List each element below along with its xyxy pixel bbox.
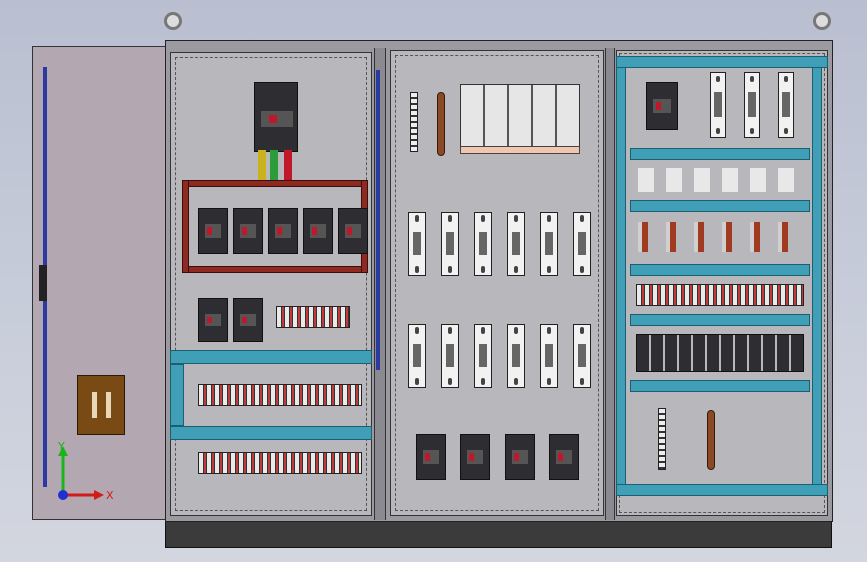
- fuse-holder: [573, 324, 591, 388]
- branch-breaker: [338, 208, 368, 254]
- busbar-bottom: [182, 266, 368, 273]
- terminal-block-strip: [198, 452, 362, 474]
- circuit-breaker: [505, 434, 535, 480]
- fuse-holder: [710, 72, 726, 138]
- busbar-top: [182, 180, 368, 187]
- cable-duct: [630, 314, 810, 326]
- lifting-eye-icon: [164, 12, 182, 30]
- fuse-holder: [744, 72, 760, 138]
- terminal-block-strip: [276, 306, 350, 328]
- cable-duct: [616, 484, 828, 496]
- lifting-eye-icon: [813, 12, 831, 30]
- relay-row: [638, 168, 806, 192]
- cable-duct: [630, 380, 810, 392]
- branch-breaker: [303, 208, 333, 254]
- fuse-holder: [474, 324, 492, 388]
- cable-duct: [170, 426, 372, 440]
- door-hinge: [39, 265, 47, 301]
- axis-triad-icon: Y X: [57, 440, 114, 502]
- indicator-row: [638, 222, 806, 252]
- cable-duct: [616, 56, 828, 68]
- fuse-holder: [441, 212, 459, 276]
- fuse-holder: [507, 324, 525, 388]
- main-circuit-breaker: [254, 82, 298, 152]
- main-cable-green: [270, 150, 278, 182]
- branch-breaker: [198, 208, 228, 254]
- fuse-holder: [540, 324, 558, 388]
- door-handle-icon[interactable]: [77, 375, 125, 435]
- fuse-holder: [540, 212, 558, 276]
- cable-duct: [616, 56, 626, 496]
- ground-bar: [437, 92, 445, 156]
- cable-duct: [170, 364, 184, 426]
- fuse-holder: [507, 212, 525, 276]
- fuse-holder: [573, 212, 591, 276]
- axis-y-label: Y: [57, 440, 65, 453]
- fuse-holder: [441, 324, 459, 388]
- fuse-holder: [408, 324, 426, 388]
- branch-breaker: [268, 208, 298, 254]
- cable-duct: [170, 350, 372, 364]
- busbar-left: [182, 180, 189, 273]
- circuit-breaker: [416, 434, 446, 480]
- fuse-holder: [474, 212, 492, 276]
- axis-x-label: X: [106, 489, 114, 502]
- branch-breaker: [233, 208, 263, 254]
- branch-breaker: [198, 298, 228, 342]
- main-cable-red: [284, 150, 292, 182]
- section-divider: [605, 48, 615, 520]
- branch-breaker: [233, 298, 263, 342]
- fuse-holder: [408, 212, 426, 276]
- circuit-breaker: [646, 82, 678, 130]
- cable-duct: [630, 148, 810, 160]
- main-cable-yellow: [258, 150, 266, 182]
- circuit-breaker: [460, 434, 490, 480]
- contactor-row: [636, 334, 804, 372]
- door-seal: [376, 70, 380, 370]
- terminal-block-strip: [636, 284, 804, 306]
- cable-duct: [630, 264, 810, 276]
- cable-duct: [630, 200, 810, 212]
- circuit-breaker: [549, 434, 579, 480]
- din-terminal-column: [658, 408, 666, 470]
- ground-bar: [707, 410, 715, 470]
- cable-comb-base: [460, 146, 580, 154]
- cable-duct: [812, 56, 822, 496]
- fuse-holder: [778, 72, 794, 138]
- cabinet-plinth: [165, 520, 832, 548]
- terminal-block-strip: [198, 384, 362, 406]
- din-terminal-column: [410, 92, 418, 152]
- cable-comb: [460, 84, 580, 150]
